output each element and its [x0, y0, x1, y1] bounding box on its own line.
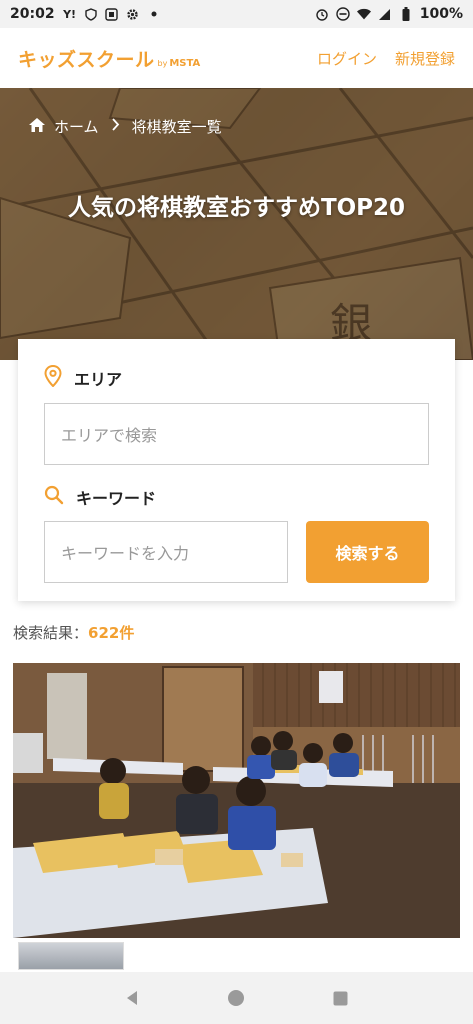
- keyword-row: キーワードを入力 検索する: [44, 521, 429, 583]
- logo-by: by: [157, 58, 168, 68]
- area-label-row: エリア: [44, 364, 429, 391]
- dnd-icon: [336, 7, 350, 21]
- yahoo-icon: Y!: [63, 7, 77, 21]
- android-nav-bar: [0, 972, 473, 1024]
- keyword-input[interactable]: キーワードを入力: [44, 521, 288, 583]
- classroom-image: [13, 663, 460, 938]
- results-summary: 検索結果：622件: [13, 622, 134, 643]
- keyword-placeholder: キーワードを入力: [61, 544, 190, 563]
- logo-brand: MSTA: [169, 57, 201, 69]
- results-count: 622件: [88, 624, 135, 642]
- site-logo[interactable]: キッズスクール by MSTA: [18, 45, 200, 72]
- shield-icon: [84, 7, 98, 21]
- breadcrumb-home[interactable]: ホーム: [54, 116, 99, 137]
- signal-icon: [378, 7, 392, 21]
- screenshot-icon: [105, 7, 119, 21]
- chevron-right-icon: [111, 118, 120, 135]
- breadcrumb: ホーム 将棋教室一覧: [28, 116, 222, 137]
- battery-percent: 100%: [419, 6, 463, 22]
- status-right: 100%: [315, 6, 463, 22]
- home-icon[interactable]: [28, 117, 46, 137]
- search-card: エリア エリアで検索 キーワード キーワードを入力 検索する: [18, 339, 455, 601]
- recents-icon[interactable]: [331, 988, 351, 1008]
- battery-icon: [399, 7, 413, 21]
- search-icon: [44, 485, 64, 509]
- dot-icon: [147, 7, 161, 21]
- photo-thumbnail[interactable]: [18, 942, 124, 970]
- login-link[interactable]: ログイン: [317, 48, 377, 69]
- area-search-input[interactable]: エリアで検索: [44, 403, 429, 465]
- area-label: エリア: [74, 370, 123, 389]
- gear-icon: [126, 7, 140, 21]
- header-nav: ログイン 新規登録: [317, 48, 455, 69]
- status-bar: 20:02 Y! 100%: [0, 0, 473, 28]
- hero-banner: 銀 ホーム 将棋教室一覧 人気の将棋教室おすすめTOP20: [0, 88, 473, 360]
- search-button[interactable]: 検索する: [306, 521, 429, 583]
- results-label: 検索結果：: [13, 624, 89, 642]
- status-left-icons: Y!: [63, 7, 161, 21]
- signup-link[interactable]: 新規登録: [395, 48, 455, 69]
- breadcrumb-current: 将棋教室一覧: [131, 118, 222, 136]
- wifi-icon: [356, 7, 371, 21]
- page-title: 人気の将棋教室おすすめTOP20: [67, 195, 406, 221]
- site-header: キッズスクール by MSTA ログイン 新規登録: [0, 28, 473, 88]
- keyword-label-row: キーワード: [44, 485, 429, 509]
- status-time: 20:02: [10, 6, 55, 22]
- school-photo[interactable]: [13, 663, 460, 938]
- alarm-icon: [315, 7, 329, 21]
- back-icon[interactable]: [122, 988, 142, 1008]
- map-pin-icon: [44, 364, 62, 391]
- area-placeholder: エリアで検索: [61, 426, 158, 445]
- home-button-icon[interactable]: [226, 988, 246, 1008]
- logo-text: キッズスクール: [18, 48, 155, 71]
- keyword-label: キーワード: [76, 489, 157, 508]
